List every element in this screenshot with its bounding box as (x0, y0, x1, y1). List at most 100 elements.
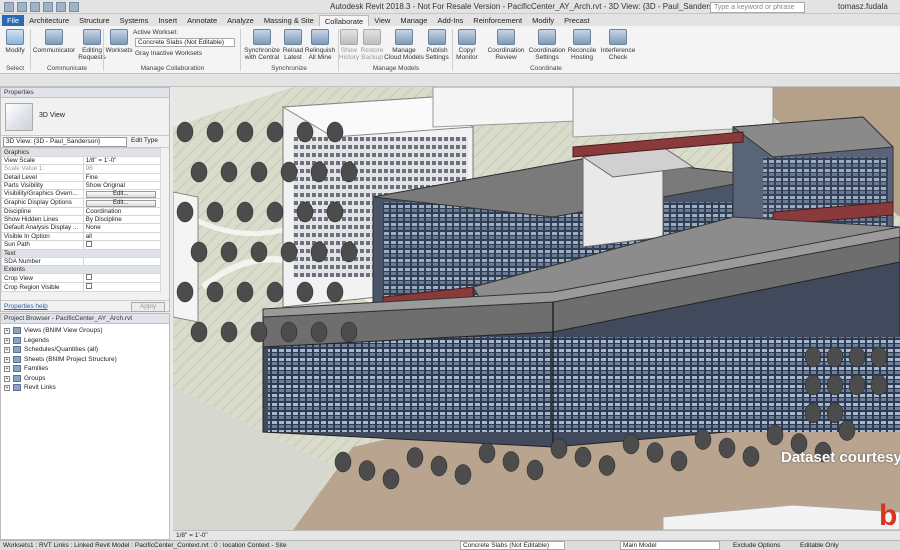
browser-node[interactable]: + Schedules/Quantities (all) (4, 345, 169, 355)
tab-precast[interactable]: Precast (559, 15, 594, 26)
property-category[interactable]: Text (1, 248, 161, 258)
design-option-select[interactable]: Main Model (620, 541, 720, 550)
reconcile-hosting-button[interactable]: Reconcile Hosting (564, 29, 600, 61)
browser-node[interactable]: + Views (BNIM View Groups) (4, 326, 169, 336)
instance-select[interactable]: 3D View: {3D - Paul_Sanderson} (3, 137, 127, 147)
property-value[interactable] (82, 273, 162, 284)
browser-node[interactable]: + Legends (4, 336, 169, 346)
coordination-settings-button[interactable]: Coordination Settings (526, 29, 568, 61)
tree-mark (622, 433, 640, 455)
property-value[interactable]: 1/8" = 1'-0" (82, 156, 162, 166)
expand-icon[interactable]: + (4, 328, 10, 334)
expand-icon[interactable]: + (4, 366, 10, 372)
property-value[interactable]: Edit... (82, 188, 162, 199)
search-input[interactable]: Type a keyword or phrase (710, 2, 805, 13)
gray-inactive-worksets-button[interactable]: Gray Inactive Worksets (135, 50, 202, 57)
property-value[interactable]: 96 (82, 164, 162, 174)
expand-icon[interactable]: + (4, 375, 10, 382)
property-value[interactable] (82, 256, 162, 267)
property-value[interactable] (82, 239, 162, 250)
expand-icon[interactable]: + (4, 385, 10, 391)
property-value[interactable]: all (82, 231, 162, 241)
property-value[interactable]: Show Original (82, 180, 162, 190)
edit-type-button[interactable]: Edit Type (131, 137, 158, 144)
restore-backup-button[interactable]: Restore Backup (357, 29, 387, 61)
tab-architecture[interactable]: Architecture (24, 15, 74, 26)
tree-mark (646, 442, 664, 463)
copy-monitor-button[interactable]: Copy/ Monitor (450, 29, 484, 61)
quick-access-toolbar[interactable] (4, 2, 79, 12)
worksets-button[interactable]: Worksets (102, 29, 136, 54)
tree-mark (176, 281, 194, 303)
browser-node[interactable]: + Families (4, 364, 169, 374)
coordination-review-button[interactable]: Coordination Review (485, 29, 527, 61)
redo-icon[interactable] (56, 2, 66, 12)
relinquish-button[interactable]: Relinquish All Mine (302, 29, 338, 61)
publish-icon (428, 29, 446, 45)
group-select[interactable]: Select (2, 65, 28, 72)
sync-icon[interactable] (30, 2, 40, 12)
browser-node-label: Revit Links (24, 384, 56, 391)
tab-view[interactable]: View (369, 15, 395, 26)
checkbox[interactable] (85, 283, 92, 290)
expand-icon[interactable]: + (4, 347, 10, 353)
tree-mark (526, 459, 544, 481)
tab-collaborate[interactable]: Collaborate (318, 15, 370, 26)
tree-mark (406, 447, 424, 468)
status-workset-select[interactable]: Concrete Slabs (Not Editable) (460, 541, 565, 550)
tab-add-ins[interactable]: Add-Ins (432, 15, 468, 26)
property-category[interactable]: Graphics (1, 147, 161, 158)
property-key: View Scale (1, 156, 84, 166)
edit-button[interactable]: Edit... (85, 190, 156, 198)
property-value[interactable] (82, 282, 162, 293)
tab-file[interactable]: File (2, 15, 25, 26)
corner-logo: b (879, 499, 897, 530)
interference-check-button[interactable]: Interference Check (598, 29, 638, 61)
property-value[interactable]: Fine (82, 172, 162, 182)
save-icon[interactable] (17, 2, 27, 12)
type-selector[interactable]: 3D View (1, 98, 169, 136)
tab-systems[interactable]: Systems (115, 15, 154, 26)
tree-mark (598, 455, 616, 476)
property-value[interactable]: None (82, 223, 162, 233)
tab-annotate[interactable]: Annotate (182, 15, 222, 26)
tree-mark (502, 451, 520, 472)
manage-cloud-button[interactable]: Manage Cloud Models (384, 29, 424, 61)
expand-icon[interactable]: + (4, 337, 10, 344)
undo-icon[interactable] (43, 2, 53, 12)
tab-structure[interactable]: Structure (74, 15, 114, 26)
property-row: Crop Region Visible (1, 282, 162, 293)
tab-insert[interactable]: Insert (153, 15, 182, 26)
browser-node[interactable]: + Revit Links (4, 383, 169, 393)
expand-icon[interactable]: + (4, 356, 10, 363)
tab-reinforcement[interactable]: Reinforcement (468, 15, 527, 26)
tab-modify[interactable]: Modify (527, 15, 559, 26)
publish-settings-button[interactable]: Publish Settings (420, 29, 454, 61)
property-value[interactable]: Edit... (82, 197, 162, 208)
tree-mark (574, 446, 592, 468)
property-value[interactable]: Coordination (82, 206, 162, 217)
tree-mark (310, 241, 328, 263)
browser-node[interactable]: + Sheets (BNIM Project Structure) (4, 355, 169, 365)
view-scale-control[interactable]: 1/8" = 1'-0" (176, 532, 208, 539)
worksets-label: Worksets (105, 47, 133, 54)
apply-button[interactable]: Apply (131, 302, 165, 312)
modify-button[interactable]: Modify (2, 29, 28, 54)
open-icon[interactable] (4, 2, 14, 12)
property-category[interactable]: Extents (1, 265, 161, 275)
print-icon[interactable] (69, 2, 79, 12)
property-value[interactable]: By Discipline (82, 215, 162, 225)
checkbox[interactable] (85, 274, 92, 281)
editable-only-toggle[interactable]: Editable Only (800, 542, 839, 549)
exclude-options-toggle[interactable]: Exclude Options (733, 542, 780, 549)
edit-button[interactable]: Edit... (85, 199, 156, 207)
checkbox[interactable] (85, 241, 92, 247)
tab-manage[interactable]: Manage (395, 15, 432, 26)
properties-help-link[interactable]: Properties help (4, 303, 48, 310)
active-workset-select[interactable]: Concrete Slabs (Not Editable) (135, 38, 235, 47)
tab-massing-site[interactable]: Massing & Site (259, 15, 319, 26)
3d-viewport[interactable]: b Dataset courtesy (173, 87, 900, 530)
user-name[interactable]: tomasz.fudala (838, 2, 888, 11)
tab-analyze[interactable]: Analyze (222, 15, 259, 26)
browser-node[interactable]: + Groups (4, 374, 169, 384)
